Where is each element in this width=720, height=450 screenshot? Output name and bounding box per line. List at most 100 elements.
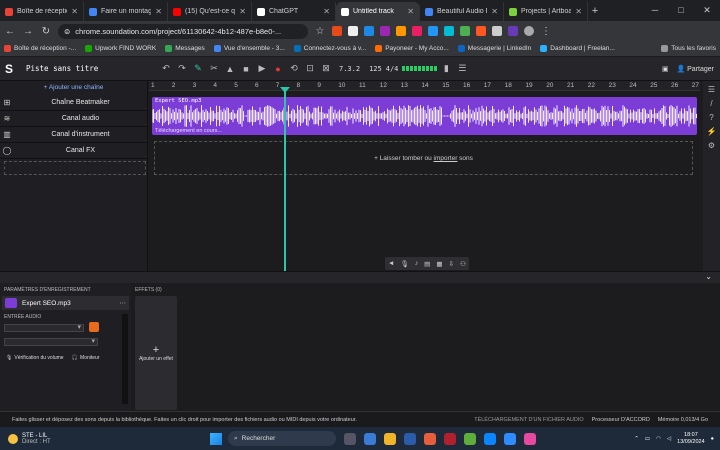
start-button[interactable] [210,432,222,445]
bookmark-item[interactable]: Payoneer - My Acco... [375,45,449,52]
volume-check-button[interactable]: 🎙 Vérification du volume [6,355,64,361]
bookmark-item[interactable]: Upwork FIND WORK [85,45,156,52]
browser-tab[interactable]: Untitled track ✕ [336,2,420,21]
punch-icon[interactable]: ⊠ [318,63,334,74]
reload-icon[interactable]: ↻ [40,26,52,37]
more-icon[interactable]: ⋯ [120,299,127,307]
fade-icon[interactable]: ◄ [388,260,394,267]
extension-icon[interactable] [364,26,374,36]
battery-icon[interactable]: ▭ [645,436,650,442]
tuner-icon[interactable]: ♪ [415,260,418,267]
extension-icon[interactable] [476,26,486,36]
browser-tab[interactable]: Beautiful Audio E ✕ [420,2,504,21]
users-icon[interactable]: ⚇ [460,260,466,268]
record-arm-button[interactable] [89,322,99,332]
playhead-handle[interactable] [280,87,290,93]
slash-icon[interactable]: / [710,99,712,108]
undo-icon[interactable]: ↶ [158,63,174,74]
mic-icon[interactable]: 🎙 [401,260,409,268]
track-header[interactable]: Expert SEO.mp3 ⋯ [2,296,129,310]
add-chain-button[interactable]: + Ajouter une chaîne [0,81,147,95]
extension-icon[interactable] [332,26,342,36]
new-tab-button[interactable]: + [588,2,602,21]
wifi-icon[interactable]: ◠ [656,436,661,442]
tab-close-icon[interactable]: ✕ [323,7,330,16]
bookmark-item[interactable]: Dashboard | Freelan... [540,45,615,52]
chevron-up-icon[interactable]: ⌃ [634,436,639,442]
tab-close-icon[interactable]: ✕ [407,7,414,16]
bookmark-item[interactable]: Messagerie | LinkedIn [457,45,531,52]
bookmark-item[interactable]: Vue d'ensemble - 3... [213,45,285,52]
cut-icon[interactable]: ✂ [206,63,222,74]
forward-icon[interactable]: → [22,26,34,37]
close-icon[interactable]: ✕ [694,0,720,21]
clip-icon[interactable]: ▦ [436,260,442,268]
bpm-display[interactable]: 125 [369,65,382,73]
project-title[interactable]: Piste sans titre [18,64,158,73]
app-icon[interactable] [504,432,516,445]
extension-icon[interactable] [348,26,358,36]
track-row-audio[interactable]: ≋ Canal audio [0,111,147,127]
notifications-icon[interactable]: ● [711,436,714,442]
pencil-icon[interactable]: ✎ [190,63,206,74]
export-icon[interactable]: ⇩ [449,260,454,268]
record-icon[interactable]: ● [270,64,286,74]
track-row-beatmaker[interactable]: ⊞ Chaîne Beatmaker [0,95,147,111]
maximize-icon[interactable]: □ [668,0,694,21]
extension-icon[interactable] [492,26,502,36]
track-row-instrument[interactable]: ▥ Canal d'instrument [0,127,147,143]
import-link[interactable]: importer [434,155,458,162]
all-bookmarks[interactable]: Tous les favoris [661,45,716,52]
extension-icon[interactable] [380,26,390,36]
back-icon[interactable]: ← [4,26,16,37]
loop-region-icon[interactable]: ⊡ [302,63,318,74]
timeline-ruler[interactable]: 1 2 3 4 5 6 7 8 9 10 11 12 13 14 15 16 17 18 19 20 21 22 23 24 2… [149,81,700,91]
app-icon[interactable] [404,432,416,445]
tab-close-icon[interactable]: ✕ [239,7,246,16]
browser-tab[interactable]: Boîte de réceptio ✕ [0,2,84,21]
redo-icon[interactable]: ↷ [174,63,190,74]
extension-icon[interactable] [428,26,438,36]
app-icon[interactable] [444,432,456,445]
chrome-icon[interactable] [464,432,476,445]
audio-clip[interactable]: Expert SEO.mp3 Téléchargement en cours..… [152,97,697,135]
url-field[interactable]: ⊜ chrome.soundation.com/project/61130642… [58,23,308,39]
track-row-fx[interactable]: ◯ Canal FX [0,143,147,159]
track-drop-zone[interactable] [4,161,146,175]
menu-dots-icon[interactable]: ⋮ [540,26,552,37]
site-info-icon[interactable]: ⊜ [64,27,70,36]
drop-zone[interactable]: + Laisser tomber ou importer sons [154,141,693,175]
chevron-down-icon[interactable]: ⌄ [705,272,712,281]
channel-select[interactable] [4,337,98,346]
master-volume-icon[interactable]: ▮ [438,63,454,74]
taskview-icon[interactable] [344,432,356,445]
extension-icon[interactable] [508,26,518,36]
monitor-button[interactable]: 🎧 Moniteur [72,355,100,361]
help-icon[interactable]: ? [709,113,713,122]
loop-icon[interactable]: ⟲ [286,63,302,74]
add-effect-button[interactable]: + Ajouter un effet [135,296,177,410]
clock[interactable]: 18:07 13/09/2024 [677,432,705,446]
weather-widget[interactable]: STE - LIL Direct : HT [0,433,200,445]
arrangement-area[interactable]: 1 2 3 4 5 6 7 8 9 10 11 12 13 14 15 16 17 18 19 20 21 22 23 24 2… [149,81,700,271]
bookmark-item[interactable]: Messages [165,45,205,52]
profile-avatar[interactable] [524,26,534,36]
panel-divider[interactable]: ⌄ [0,271,720,283]
tab-close-icon[interactable]: ✕ [71,7,78,16]
browser-tab[interactable]: Projects | Artboar ✕ [504,2,588,21]
playhead[interactable] [284,87,286,271]
bookmark-star-icon[interactable]: ☆ [314,26,326,37]
extension-icon[interactable] [396,26,406,36]
tab-close-icon[interactable]: ✕ [155,7,162,16]
chat-icon[interactable]: ▣ [662,65,669,73]
app-icon[interactable] [424,432,436,445]
tab-close-icon[interactable]: ✕ [491,7,498,16]
volume-icon[interactable]: ◁ [667,436,671,442]
stop-icon[interactable]: ■ [238,64,254,74]
play-icon[interactable]: ▶ [254,63,270,74]
extension-icon[interactable] [412,26,422,36]
app-icon[interactable] [524,432,536,445]
taskbar-search[interactable]: ⌕ Rechercher [228,431,336,446]
browser-tab[interactable]: ChatGPT ✕ [252,2,336,21]
bookmark-item[interactable]: Connectez-vous à v... [293,45,366,52]
